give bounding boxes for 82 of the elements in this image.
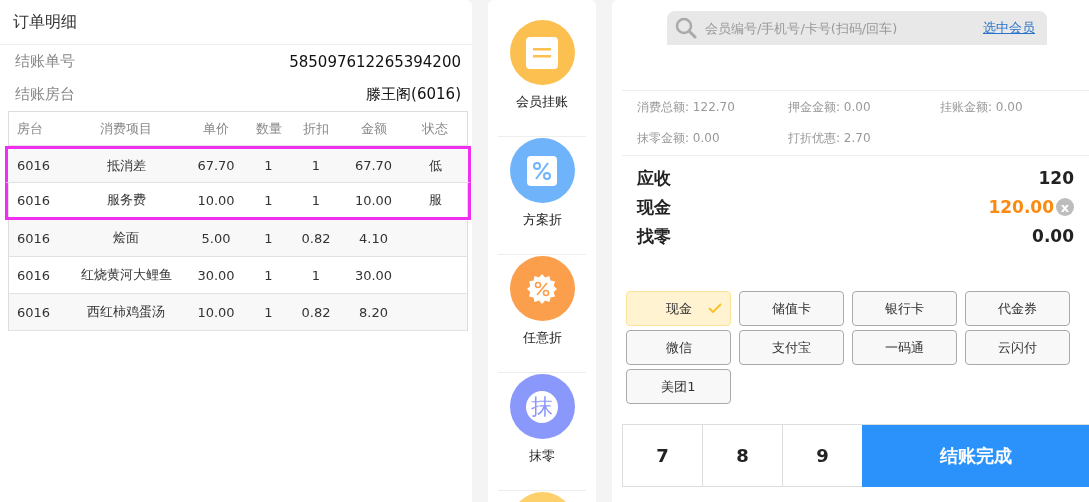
table-cell-text: 0.82 bbox=[300, 304, 332, 320]
column-header: 金额 bbox=[359, 119, 388, 138]
table-cell-text: 1 bbox=[263, 230, 274, 246]
table-cell-text: 10.00 bbox=[196, 192, 236, 208]
field-value: 585097612265394200 bbox=[289, 52, 461, 71]
table-cell-text: 30.00 bbox=[353, 267, 394, 283]
action-label: 抹零 bbox=[529, 447, 555, 465]
table-cell-text: 1 bbox=[310, 267, 322, 283]
table-cell-text: 服 bbox=[427, 191, 443, 209]
table-cell-text: 西红柿鸡蛋汤 bbox=[86, 303, 166, 321]
table-cell-text: 烩面 bbox=[112, 229, 140, 247]
table-cell-text: 低 bbox=[427, 156, 443, 175]
amount-label: 现金 bbox=[637, 195, 671, 219]
table-cell-text: 1 bbox=[263, 192, 274, 208]
panel-title: 订单明细 bbox=[0, 0, 472, 45]
payment-method-button[interactable]: 云闪付 bbox=[965, 330, 1070, 365]
table-cell-text: 0.82 bbox=[300, 230, 332, 246]
amount-label: 应收 bbox=[637, 166, 671, 190]
field-label: 结账房台 bbox=[15, 85, 75, 104]
keypad-key[interactable]: 7 bbox=[622, 425, 702, 487]
payment-method-button[interactable]: 一码通 bbox=[852, 330, 957, 365]
table-cell-text: 1 bbox=[263, 158, 274, 173]
column-header: 数量 bbox=[254, 119, 283, 138]
search-field[interactable]: 会员编号/手机号/卡号(扫码/回车) 选中会员 bbox=[667, 11, 1047, 45]
column-header: 状态 bbox=[421, 119, 449, 138]
table-cell-text: 67.70 bbox=[353, 158, 394, 173]
table-cell-text: 1 bbox=[310, 158, 322, 173]
percent-icon bbox=[527, 155, 557, 186]
table-cell-text: 1 bbox=[263, 267, 274, 283]
icon-glyph: 抹 bbox=[526, 390, 558, 423]
payment-method-button[interactable]: 美团1 bbox=[626, 369, 731, 404]
column-header: 消费项目 bbox=[99, 119, 153, 138]
table-row[interactable]: 6016 西红柿鸡蛋汤 10.00 1 0.82 8.20 bbox=[9, 294, 467, 331]
table-cell-text: 6016 bbox=[16, 158, 52, 173]
field-label: 结账单号 bbox=[15, 52, 75, 71]
table-cell-text: 67.70 bbox=[196, 158, 236, 173]
table-cell-text: 10.00 bbox=[196, 304, 236, 320]
keypad-key[interactable]: 9 bbox=[782, 425, 862, 487]
amount-value: 0.00 bbox=[1032, 226, 1074, 246]
select-member-link[interactable]: 选中会员 bbox=[983, 19, 1035, 37]
table-cell-text: 抵消差 bbox=[105, 156, 147, 175]
column-header: 折扣 bbox=[302, 119, 330, 138]
keypad-key[interactable]: 8 bbox=[702, 425, 782, 487]
field-value: 滕王阁(6016) bbox=[366, 85, 461, 104]
table-cell-text: 1 bbox=[263, 304, 274, 320]
table-cell-text: 8.20 bbox=[358, 304, 389, 320]
list-icon bbox=[526, 36, 558, 69]
table-cell-text: 1 bbox=[310, 192, 322, 208]
payment-method-button[interactable]: 微信 bbox=[626, 330, 731, 365]
table-cell-text: 6016 bbox=[16, 230, 52, 246]
check-icon bbox=[708, 303, 722, 313]
action-label: 任意折 bbox=[522, 329, 562, 347]
column-header: 单价 bbox=[202, 119, 230, 138]
action-label: 方案折 bbox=[522, 211, 562, 229]
table-cell-text: 10.00 bbox=[353, 192, 394, 208]
summary-text: 押金金额: 0.00 bbox=[788, 99, 872, 116]
payment-method-button[interactable]: 现金 bbox=[626, 291, 731, 326]
table-cell-text: 4.10 bbox=[358, 230, 389, 246]
summary-text: 抹零金额: 0.00 bbox=[637, 130, 721, 147]
table-cell-text: 6016 bbox=[16, 267, 52, 283]
payment-method-button[interactable]: 储值卡 bbox=[739, 291, 844, 326]
table-cell-text: 红烧黄河大鲤鱼 bbox=[79, 266, 173, 284]
action-label: 会员挂账 bbox=[516, 93, 568, 111]
amount-input-value: 120.00 bbox=[988, 197, 1054, 217]
table-cell-text: 6016 bbox=[16, 192, 52, 208]
search-icon bbox=[675, 17, 697, 39]
percent-badge-icon bbox=[527, 273, 557, 304]
table-cell-text: 6016 bbox=[16, 304, 52, 320]
table-cell-text: 30.00 bbox=[196, 267, 236, 283]
payment-method-button[interactable]: 支付宝 bbox=[739, 330, 844, 365]
payment-method-button[interactable]: 银行卡 bbox=[852, 291, 957, 326]
summary-text: 打折优惠: 2.70 bbox=[788, 130, 872, 147]
summary-text: 消费总额: 122.70 bbox=[637, 99, 736, 116]
column-header: 房台 bbox=[16, 119, 44, 138]
table-row[interactable]: 6016 烩面 5.00 1 0.82 4.10 bbox=[9, 220, 467, 257]
amount-label: 找零 bbox=[637, 224, 671, 248]
payment-method-button[interactable]: 代金券 bbox=[965, 291, 1070, 326]
table-cell-text: 5.00 bbox=[200, 230, 232, 246]
amount-value: 120 bbox=[1038, 168, 1074, 188]
table-row[interactable]: 6016 抵消差 67.70 1 1 67.70 低 bbox=[5, 146, 471, 183]
table-cell-text: 服务费 bbox=[105, 191, 147, 209]
summary-text: 挂账金额: 0.00 bbox=[940, 99, 1024, 116]
